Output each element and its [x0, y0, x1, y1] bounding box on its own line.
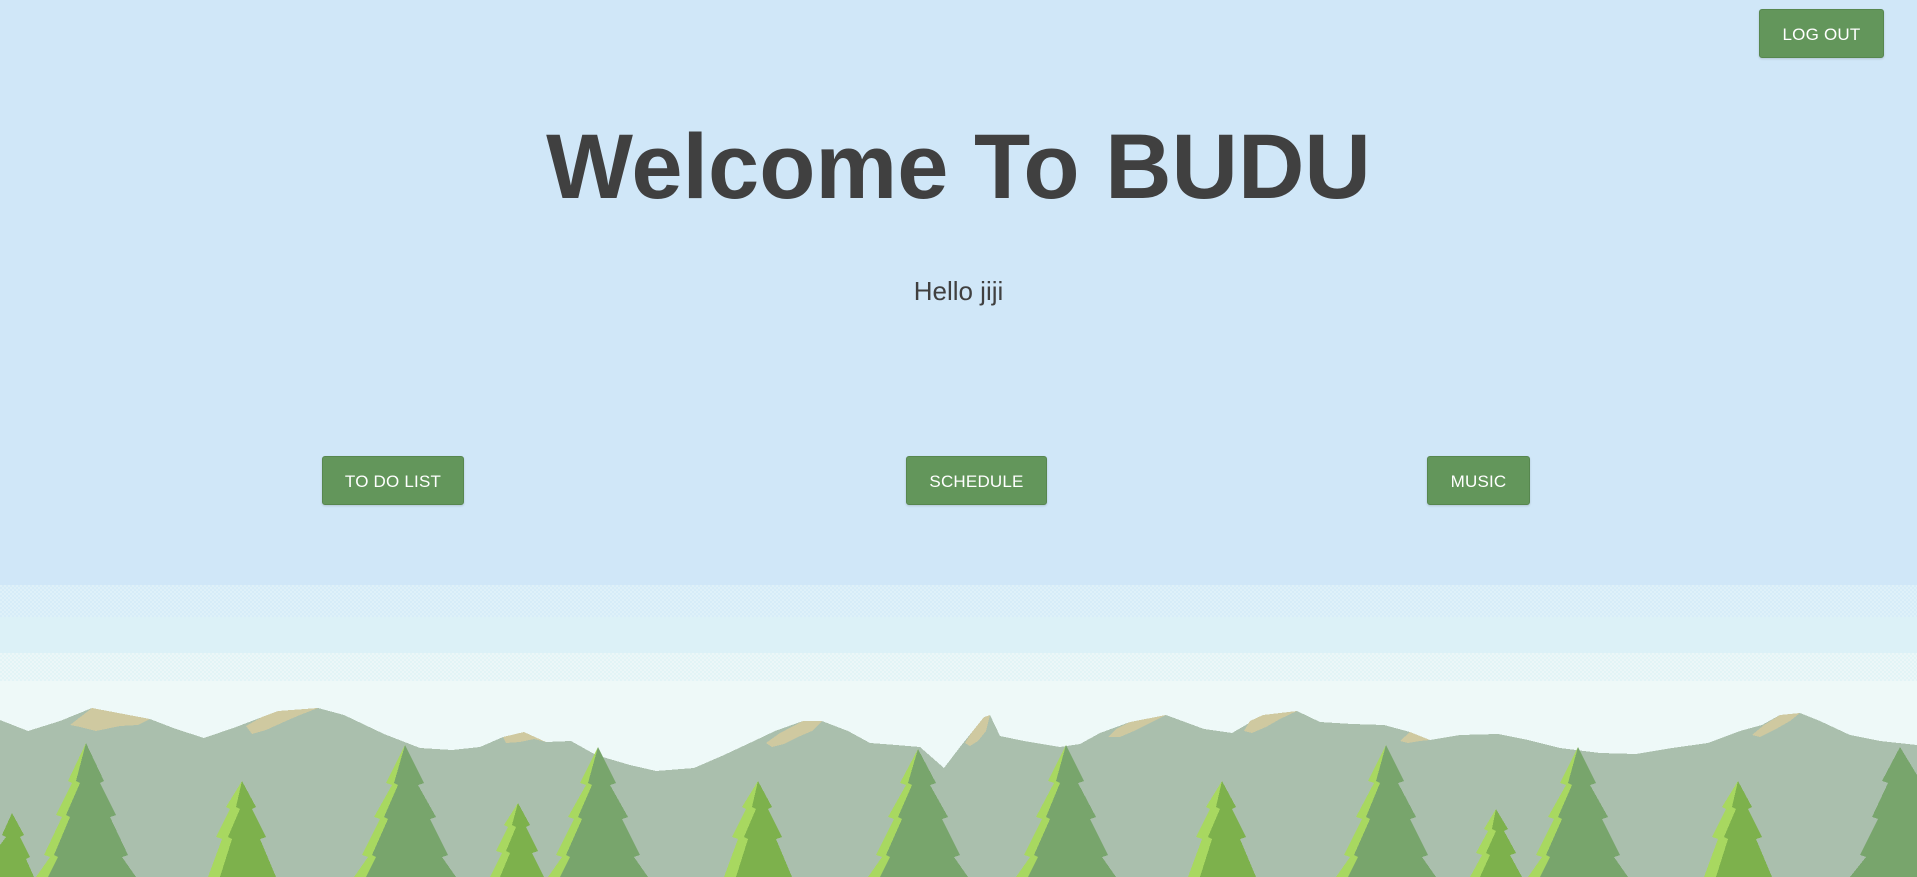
music-button[interactable]: MUSIC — [1427, 456, 1530, 505]
todo-list-button[interactable]: TO DO LIST — [322, 456, 464, 505]
logout-button[interactable]: LOG OUT — [1759, 9, 1884, 58]
page-title: Welcome To BUDU — [546, 116, 1371, 218]
greeting-text: Hello jiji — [913, 276, 1004, 306]
schedule-button[interactable]: SCHEDULE — [906, 456, 1047, 505]
landscape-illustration — [0, 585, 1917, 877]
